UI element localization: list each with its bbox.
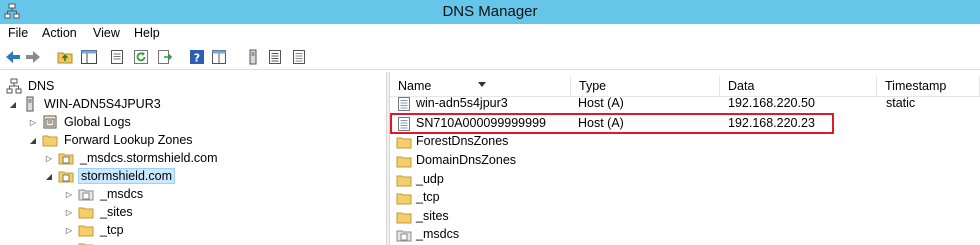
folder-icon xyxy=(42,135,58,147)
record-name: _tcp xyxy=(416,190,440,204)
tree-label-dns: DNS xyxy=(28,79,55,93)
details-view-icon[interactable] xyxy=(290,48,308,66)
zone-icon xyxy=(58,153,74,165)
record-name: _msdcs xyxy=(416,227,460,241)
record-name: _udp xyxy=(416,172,444,186)
title-bar: DNS Manager xyxy=(0,0,980,24)
record-name: ForestDnsZones xyxy=(416,134,509,148)
console-tree: DNS ◢ WIN-ADN5S4JPUR3 ▷ Global Logs ◢ Fo… xyxy=(0,72,386,245)
tree-node-child-msdcs[interactable]: ▷ _msdcs xyxy=(64,185,145,203)
tree-label-zone-msdcs: _msdcs.stormshield.com xyxy=(80,151,218,165)
folder-icon xyxy=(78,225,94,237)
record-timestamp: static xyxy=(886,96,916,110)
sort-descending-icon xyxy=(478,82,486,87)
dns-icon xyxy=(6,78,22,94)
help-icon[interactable]: ? xyxy=(188,48,206,66)
tree-label-zone-stormshield: stormshield.com xyxy=(78,168,175,184)
host-record-icon xyxy=(398,97,410,111)
menu-view[interactable]: View xyxy=(93,26,120,40)
collapsed-arrow-icon[interactable]: ▷ xyxy=(64,225,74,235)
tree-node-forward-zones[interactable]: ◢ Forward Lookup Zones xyxy=(28,131,195,149)
tree-node-zone-msdcs[interactable]: ▷ _msdcs.stormshield.com xyxy=(44,149,220,167)
properties-icon[interactable] xyxy=(108,48,126,66)
collapsed-arrow-icon[interactable]: ▷ xyxy=(64,189,74,199)
back-icon[interactable] xyxy=(4,48,22,66)
folder-icon xyxy=(396,212,412,224)
menu-action[interactable]: Action xyxy=(42,26,77,40)
record-type: Host (A) xyxy=(578,96,624,110)
tree-node-partial[interactable]: ▷ xyxy=(64,239,98,245)
tree-label-forward-zones: Forward Lookup Zones xyxy=(64,133,193,147)
show-console-icon[interactable] xyxy=(210,48,228,66)
table-row[interactable]: win-adn5s4jpur3 Host (A) 192.168.220.50 … xyxy=(390,95,980,113)
folder-icon xyxy=(396,193,412,205)
folder-icon xyxy=(396,175,412,187)
refresh-icon[interactable] xyxy=(132,48,150,66)
table-row[interactable]: _tcp xyxy=(390,189,980,207)
table-row[interactable]: _udp xyxy=(390,171,980,189)
zone-icon xyxy=(78,189,94,201)
folder-icon xyxy=(78,243,94,245)
menu-file[interactable]: File xyxy=(8,26,28,40)
folder-icon xyxy=(396,156,412,168)
record-name: DomainDnsZones xyxy=(416,153,517,167)
tree-label-server: WIN-ADN5S4JPUR3 xyxy=(44,97,161,111)
server-icon xyxy=(26,96,34,112)
column-header-timestamp[interactable]: Timestamp xyxy=(877,76,980,96)
tree-node-zone-stormshield[interactable]: ◢ stormshield.com xyxy=(44,167,175,185)
collapsed-arrow-icon[interactable]: ▷ xyxy=(44,153,54,163)
annotation-highlight-box xyxy=(390,113,834,134)
tree-label-child-msdcs: _msdcs xyxy=(100,187,144,201)
column-header-data[interactable]: Data xyxy=(720,76,877,96)
tree-node-server[interactable]: ◢ WIN-ADN5S4JPUR3 xyxy=(8,95,163,113)
expanded-arrow-icon[interactable]: ◢ xyxy=(8,99,18,109)
list-view-icon[interactable] xyxy=(266,48,284,66)
up-folder-icon[interactable] xyxy=(56,48,74,66)
export-list-icon[interactable] xyxy=(156,48,174,66)
tree-node-global-logs[interactable]: ▷ Global Logs xyxy=(28,113,133,131)
toolbar: ? xyxy=(0,44,980,70)
record-data: 192.168.220.50 xyxy=(728,96,815,110)
tree-node-dns[interactable]: DNS xyxy=(6,77,56,95)
tree-label-child-tcp: _tcp xyxy=(100,223,124,237)
zone-icon xyxy=(58,171,74,183)
show-hide-tree-icon[interactable] xyxy=(80,48,98,66)
event-log-icon xyxy=(43,115,57,129)
column-header-name-label: Name xyxy=(398,79,432,93)
tree-label-global-logs: Global Logs xyxy=(64,115,131,129)
column-header-type[interactable]: Type xyxy=(571,76,720,96)
zone-icon xyxy=(396,230,412,242)
table-row[interactable]: _msdcs xyxy=(390,226,980,244)
column-header-name[interactable]: Name xyxy=(390,76,571,96)
server-icon[interactable] xyxy=(244,48,262,66)
forward-icon[interactable] xyxy=(24,48,42,66)
folder-icon xyxy=(78,207,94,219)
tree-node-child-sites[interactable]: ▷ _sites xyxy=(64,203,135,221)
expanded-arrow-icon[interactable]: ◢ xyxy=(28,135,38,145)
table-row[interactable]: ForestDnsZones xyxy=(390,133,980,151)
expanded-arrow-icon[interactable]: ◢ xyxy=(44,171,54,181)
table-row[interactable]: DomainDnsZones xyxy=(390,152,980,170)
record-name: _sites xyxy=(416,209,449,223)
menu-bar: File Action View Help xyxy=(0,24,980,44)
collapsed-arrow-icon[interactable]: ▷ xyxy=(28,117,38,127)
menu-help[interactable]: Help xyxy=(134,26,160,40)
folder-icon xyxy=(396,137,412,149)
collapsed-arrow-icon[interactable]: ▷ xyxy=(64,207,74,217)
svg-text:?: ? xyxy=(194,52,200,65)
record-name: win-adn5s4jpur3 xyxy=(416,96,508,110)
tree-node-child-tcp[interactable]: ▷ _tcp xyxy=(64,221,126,239)
window-title: DNS Manager xyxy=(442,3,538,20)
records-list: Name Type Data Timestamp win-adn5s4jpur3… xyxy=(390,72,980,245)
tree-label-child-sites: _sites xyxy=(100,205,133,219)
table-row[interactable]: _sites xyxy=(390,208,980,226)
